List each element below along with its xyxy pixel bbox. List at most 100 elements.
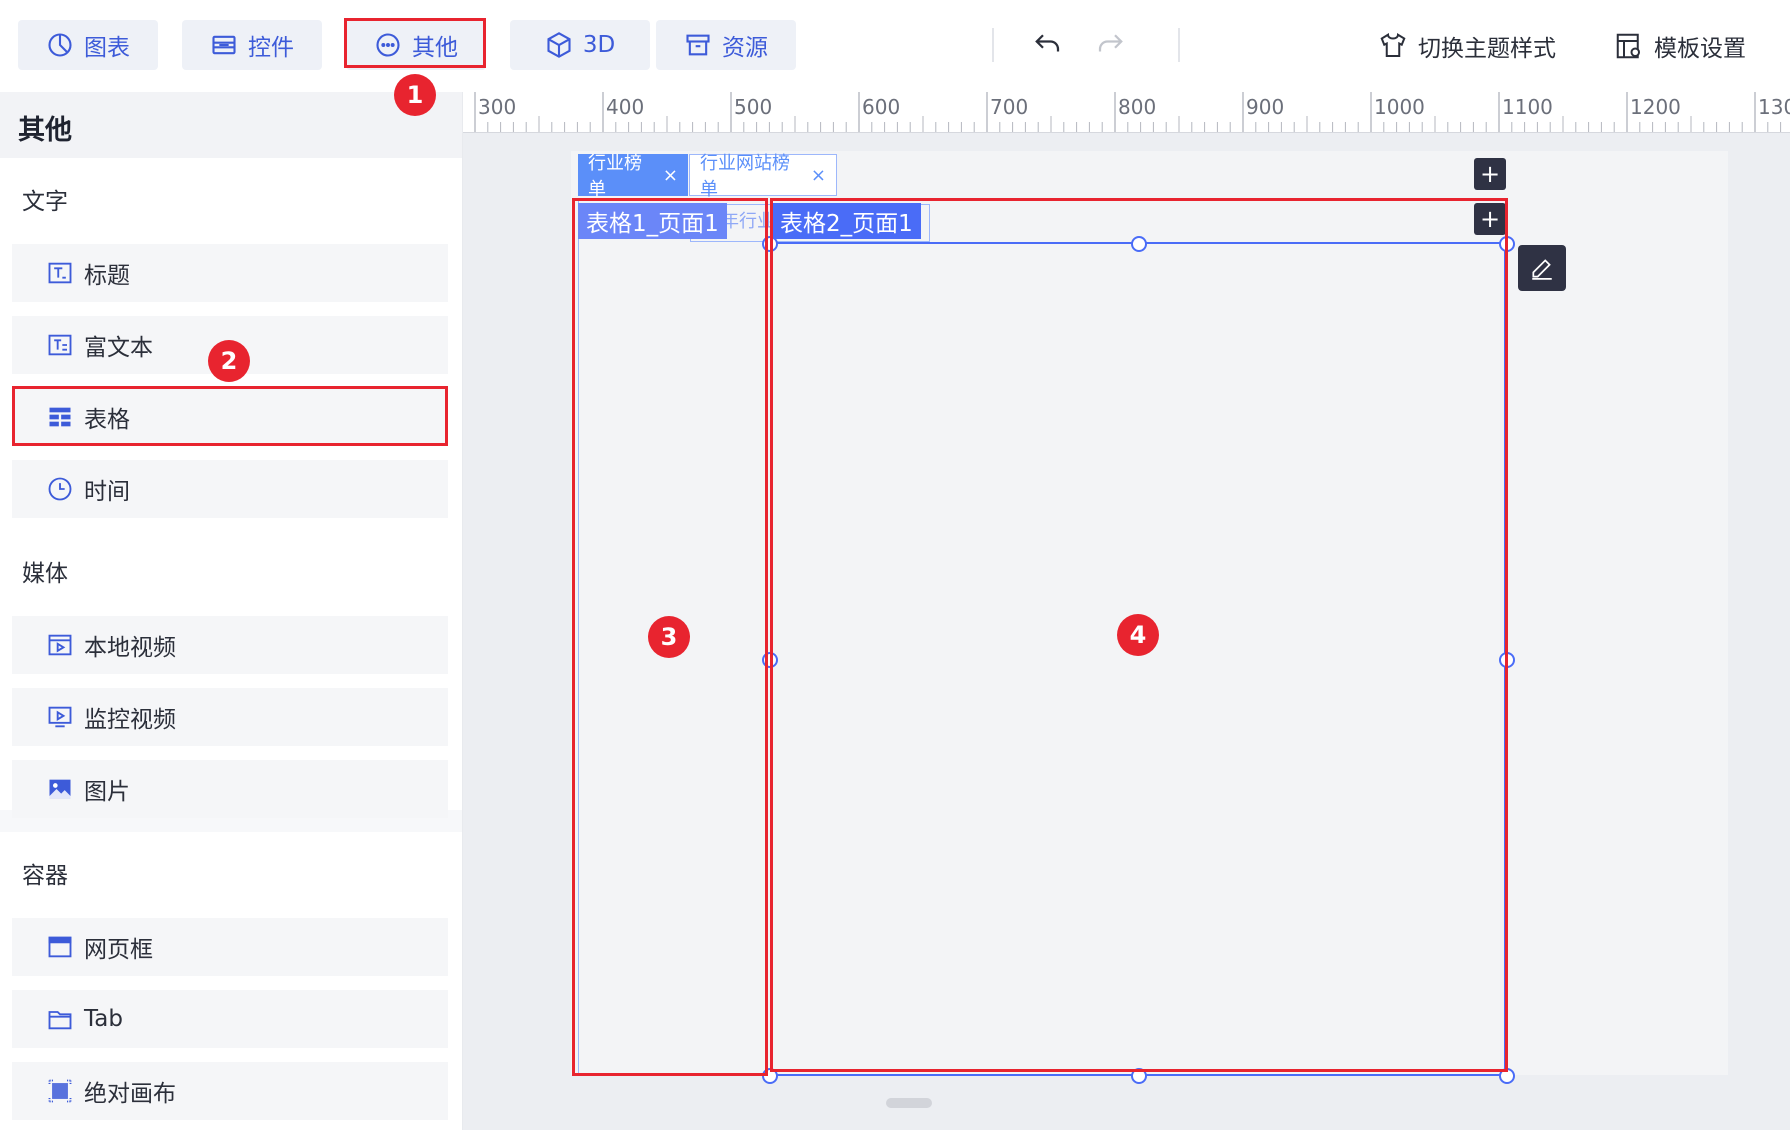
tab-label: 行业网站榜单 xyxy=(700,153,790,200)
resize-handle[interactable] xyxy=(1131,1068,1147,1084)
tab-industry-rank[interactable]: 行业榜单 × xyxy=(578,153,688,200)
toolbar-chart-button[interactable]: 图表 xyxy=(18,20,158,70)
table2-component[interactable] xyxy=(770,242,1506,1076)
redo-button[interactable] xyxy=(1092,26,1128,62)
item-label: Tab xyxy=(84,1006,123,1032)
resize-handle[interactable] xyxy=(1499,1068,1515,1084)
toolbar-resource-button[interactable]: 资源 xyxy=(656,20,796,70)
widget-icon xyxy=(212,35,236,55)
resize-handle[interactable] xyxy=(1499,236,1515,252)
table1-tag[interactable]: 表格1_页面1 xyxy=(578,203,727,239)
annotation-badge-4: 4 xyxy=(1117,614,1159,656)
item-table[interactable]: 表格 xyxy=(12,388,448,446)
tab-label: 行业榜单 xyxy=(588,153,642,200)
item-label: 网页框 xyxy=(84,937,153,963)
resize-handle[interactable] xyxy=(1499,652,1515,668)
item-label: 表格 xyxy=(84,407,130,433)
annotation-badge-2: 2 xyxy=(208,340,250,382)
table2-tag[interactable]: 表格2_页面1 xyxy=(772,203,921,239)
ruler-label: 130 xyxy=(1758,95,1790,119)
resize-handle[interactable] xyxy=(762,236,778,252)
item-label: 标题 xyxy=(84,263,130,289)
hidden-tab-text: 年行业 xyxy=(721,211,775,232)
table-icon xyxy=(49,407,71,427)
component-panel: 其他 文字 标题 富文本 表格 时间 媒体 本地视频 监控视频 图片 容器 网页… xyxy=(0,92,463,1130)
panel-title: 其他 xyxy=(18,115,72,146)
edit-button[interactable] xyxy=(1518,245,1566,291)
redo-icon xyxy=(1098,34,1123,52)
chart-pie-icon xyxy=(48,33,72,57)
image-icon xyxy=(49,779,71,799)
ruler-label: 500 xyxy=(734,95,772,119)
resize-handle[interactable] xyxy=(762,1068,778,1084)
toolbar-widget-label: 控件 xyxy=(248,35,294,61)
item-label: 本地视频 xyxy=(84,635,176,661)
ruler-label: 300 xyxy=(478,95,516,119)
title-text-icon xyxy=(48,262,72,284)
item-label: 时间 xyxy=(84,479,130,505)
item-label: 富文本 xyxy=(84,335,153,361)
template-settings-button[interactable]: 模板设置 xyxy=(1614,26,1746,66)
item-local-video[interactable]: 本地视频 xyxy=(12,616,448,674)
toolbar-3d-button[interactable]: 3D xyxy=(510,20,650,70)
section-label-container: 容器 xyxy=(22,863,68,889)
resize-handle[interactable] xyxy=(1131,236,1147,252)
item-absolute-canvas[interactable]: 绝对画布 xyxy=(12,1062,448,1120)
ruler-label: 900 xyxy=(1246,95,1284,119)
clock-icon xyxy=(48,477,72,501)
item-label: 图片 xyxy=(84,779,130,805)
ruler-label: 1000 xyxy=(1374,95,1425,119)
annotation-badge-1: 1 xyxy=(394,74,436,116)
item-title[interactable]: 标题 xyxy=(12,244,448,302)
item-tab[interactable]: Tab xyxy=(12,990,448,1048)
ruler-label: 400 xyxy=(606,95,644,119)
local-video-icon xyxy=(48,634,72,656)
shirt-icon xyxy=(1380,32,1406,57)
add-page-button[interactable]: + xyxy=(1474,203,1506,235)
toolbar-other-button[interactable]: 其他 xyxy=(346,20,486,70)
ruler-scale: 300 400 500 600 700 800 900 1000 1100 1200 130 xyxy=(474,92,1790,132)
toolbar-3d-label: 3D xyxy=(582,32,616,58)
horizontal-scrollbar[interactable] xyxy=(886,1098,932,1108)
ruler-label: 800 xyxy=(1118,95,1156,119)
pencil-icon xyxy=(1532,259,1552,280)
toolbar-widget-button[interactable]: 控件 xyxy=(182,20,322,70)
tab-industry-site-rank[interactable]: 行业网站榜单 × xyxy=(689,153,837,200)
top-toolbar: 图表 控件 其他 3D 资源 切换主题样式 模板设置 xyxy=(0,0,1790,94)
switch-theme-label: 切换主题样式 xyxy=(1418,36,1556,62)
section-label-media: 媒体 xyxy=(22,561,68,587)
switch-theme-button[interactable]: 切换主题样式 xyxy=(1378,26,1556,66)
item-monitor-video[interactable]: 监控视频 xyxy=(12,688,448,746)
add-tab-button[interactable]: + xyxy=(1474,158,1506,190)
more-circle-icon xyxy=(376,33,400,57)
section-label-text: 文字 xyxy=(22,189,68,215)
cube-icon xyxy=(547,32,571,58)
close-icon[interactable]: × xyxy=(663,165,678,186)
item-image[interactable]: 图片 xyxy=(12,760,448,818)
ruler-label: 700 xyxy=(990,95,1028,119)
monitor-video-icon xyxy=(48,706,72,728)
toolbar-divider xyxy=(992,28,994,62)
toolbar-other-label: 其他 xyxy=(412,35,458,61)
ruler-label: 1200 xyxy=(1630,95,1681,119)
ruler-label: 600 xyxy=(862,95,900,119)
horizontal-ruler: 300 400 500 600 700 800 900 1000 1100 1200 130 xyxy=(463,92,1790,133)
resize-handle[interactable] xyxy=(762,652,778,668)
close-icon[interactable]: × xyxy=(811,165,826,186)
item-time[interactable]: 时间 xyxy=(12,460,448,518)
template-settings-label: 模板设置 xyxy=(1654,36,1746,62)
absolute-canvas-icon xyxy=(48,1079,72,1103)
tab-folder-icon xyxy=(48,1011,72,1030)
item-web-frame[interactable]: 网页框 xyxy=(12,918,448,976)
ruler-label: 1100 xyxy=(1502,95,1553,119)
web-frame-icon xyxy=(48,936,72,958)
toolbar-resource-label: 资源 xyxy=(722,35,768,61)
item-label: 监控视频 xyxy=(84,707,176,733)
rich-text-icon xyxy=(48,334,72,356)
toolbar-divider xyxy=(1178,28,1180,62)
annotation-badge-3: 3 xyxy=(648,616,690,658)
archive-icon xyxy=(686,34,710,56)
undo-button[interactable] xyxy=(1030,26,1066,62)
template-settings-icon xyxy=(1616,33,1640,59)
undo-icon xyxy=(1035,34,1060,52)
